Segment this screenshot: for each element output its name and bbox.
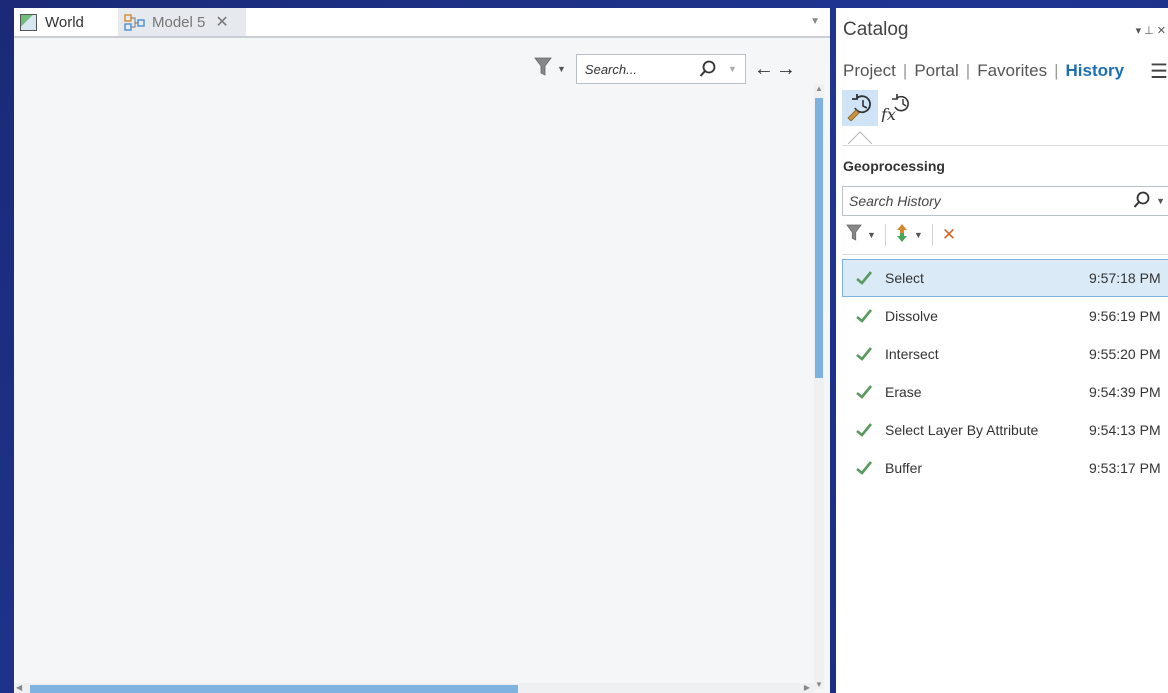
tab-favorites[interactable]: Favorites — [977, 61, 1047, 81]
filter-button[interactable]: ▼ — [846, 224, 876, 247]
success-check-icon — [843, 385, 885, 399]
history-toolbar: ▼ ▼ ✕ — [836, 216, 1168, 254]
history-item-name: Select Layer By Attribute — [885, 422, 1039, 438]
close-icon[interactable]: ✕ — [215, 12, 228, 32]
scroll-left-icon[interactable]: ◀ — [16, 683, 22, 692]
history-item[interactable]: Select 9:57:18 PM — [842, 259, 1168, 297]
model-view-pane: World Model 5 ✕ ▼ ▼ Search... ▼ ←→ ▲ ▼ ◀… — [14, 8, 830, 693]
success-check-icon — [843, 347, 885, 361]
chevron-down-icon: ▼ — [557, 64, 566, 74]
model-search-input[interactable]: Search... ▼ — [575, 54, 746, 84]
chevron-down-icon: ▼ — [913, 230, 923, 240]
success-check-icon — [843, 271, 885, 285]
filter-icon — [534, 57, 552, 82]
catalog-nav: Project | Portal | Favorites | History ☰ — [836, 52, 1168, 90]
pane-controls[interactable]: ▾ ⊥ ✕ — [1136, 24, 1166, 37]
tab-history[interactable]: History — [1066, 61, 1125, 81]
view-tab-strip: World Model 5 ✕ ▼ — [14, 8, 830, 38]
tab-portal[interactable]: Portal — [914, 61, 958, 81]
success-check-icon — [843, 423, 885, 437]
search-icon[interactable] — [1133, 191, 1151, 212]
model-icon — [124, 13, 146, 31]
sort-button[interactable]: ▼ — [895, 223, 923, 248]
sort-icon — [895, 223, 909, 248]
switcher-pointer — [842, 126, 1168, 146]
history-item[interactable]: Buffer 9:53:17 PM — [842, 449, 1168, 487]
toolbar-divider — [931, 224, 933, 246]
catalog-title: Catalog — [843, 19, 909, 40]
toolbar-divider — [884, 224, 886, 246]
vertical-scroll-thumb[interactable] — [815, 98, 823, 378]
history-item-time: 9:54:39 PM — [1089, 384, 1161, 400]
history-item-name: Select — [885, 270, 924, 286]
history-divider — [842, 254, 1168, 255]
catalog-pane: Catalog ▾ ⊥ ✕ Project | Portal | Favorit… — [836, 8, 1168, 693]
success-check-icon — [843, 461, 885, 475]
history-item-name: Buffer — [885, 460, 923, 476]
geoprocessing-history-button[interactable] — [842, 90, 878, 126]
history-type-switcher: fx — [836, 90, 1168, 126]
history-item-name: Erase — [885, 384, 922, 400]
scroll-up-icon[interactable]: ▲ — [814, 84, 824, 93]
menu-icon[interactable]: ☰ — [1150, 59, 1168, 84]
history-item-time: 9:53:17 PM — [1089, 460, 1161, 476]
nav-separator: | — [965, 61, 971, 80]
filter-icon — [846, 224, 862, 247]
history-item[interactable]: Select Layer By Attribute 9:54:13 PM — [842, 411, 1168, 449]
scroll-right-icon[interactable]: ▶ — [804, 683, 810, 692]
chevron-down-icon[interactable]: ▼ — [1156, 196, 1165, 206]
history-item-time: 9:57:18 PM — [1089, 270, 1161, 286]
search-icon[interactable] — [699, 60, 717, 78]
nav-separator: | — [1054, 61, 1059, 80]
tab-world-label: World — [45, 13, 84, 31]
horizontal-scrollbar[interactable]: ◀ ▶ — [14, 683, 814, 693]
history-function-icon: fx — [879, 90, 913, 127]
success-check-icon — [843, 309, 885, 323]
filter-button[interactable]: ▼ — [534, 57, 566, 82]
history-search-input[interactable]: Search History ▼ — [842, 186, 1168, 216]
map-icon — [20, 13, 37, 31]
tab-world[interactable]: World — [14, 8, 112, 36]
model-toolbar: ▼ Search... ▼ ←→ — [534, 54, 798, 84]
nav-separator: | — [902, 61, 908, 80]
history-item-name: Intersect — [885, 346, 939, 362]
tab-model-label: Model 5 — [152, 13, 206, 31]
chevron-down-icon[interactable]: ▼ — [728, 64, 737, 74]
horizontal-scroll-thumb[interactable] — [30, 685, 518, 693]
tab-project[interactable]: Project — [843, 61, 896, 81]
history-search-placeholder: Search History — [849, 193, 941, 209]
scroll-down-icon[interactable]: ▼ — [814, 680, 824, 689]
tab-model-5[interactable]: Model 5 ✕ — [118, 8, 246, 36]
history-item-time: 9:54:13 PM — [1089, 422, 1161, 438]
navigate-arrows[interactable]: ←→ — [754, 58, 798, 81]
svg-text:fx: fx — [880, 105, 896, 122]
function-history-button[interactable]: fx — [878, 90, 914, 126]
delete-icon[interactable]: ✕ — [942, 225, 956, 245]
vertical-scrollbar[interactable]: ▲ ▼ — [814, 84, 824, 689]
tab-list-dropdown-icon[interactable]: ▼ — [810, 16, 820, 27]
section-title: Geoprocessing — [843, 158, 945, 174]
search-placeholder: Search... — [584, 61, 637, 77]
history-item-time: 9:56:19 PM — [1089, 308, 1161, 324]
history-tool-icon — [845, 91, 875, 126]
history-item[interactable]: Erase 9:54:39 PM — [842, 373, 1168, 411]
history-item-name: Dissolve — [885, 308, 938, 324]
chevron-down-icon: ▼ — [867, 230, 876, 240]
catalog-header: Catalog ▾ ⊥ ✕ — [836, 8, 1168, 52]
history-item-time: 9:55:20 PM — [1089, 346, 1161, 362]
history-item[interactable]: Dissolve 9:56:19 PM — [842, 297, 1168, 335]
history-list: Select 9:57:18 PM Dissolve 9:56:19 PM In… — [836, 259, 1168, 487]
history-item[interactable]: Intersect 9:55:20 PM — [842, 335, 1168, 373]
